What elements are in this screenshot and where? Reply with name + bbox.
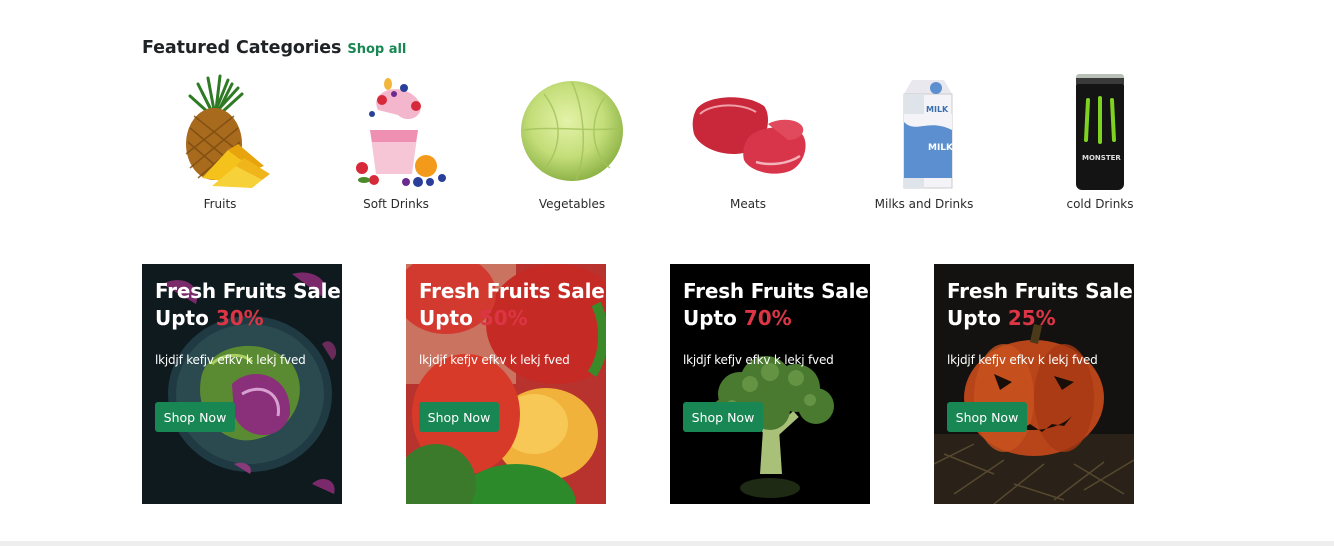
promo-description: lkjdjf kefjv efkv k lekj fved [947,353,1098,367]
page: Featured Categories Shop all Fruits Soft… [0,0,1334,546]
upto-text: Upto [683,306,744,330]
category-label: Fruits [203,197,237,211]
category-label: Meats [729,197,767,211]
promo-discount: Upto 70% [683,305,864,332]
category-label: Vegetables [538,197,606,211]
promo-description: lkjdjf kefjv efkv k lekj fved [683,353,834,367]
can-text: MONSTER [1082,154,1121,162]
category-label: cold Drinks [1066,197,1134,211]
promo-title: Fresh Fruits Sale [155,279,341,303]
discount-percent: 50% [479,306,528,330]
carton-text: MILK [926,105,949,114]
discount-percent: 30% [215,306,264,330]
promo-discount: Upto 30% [155,305,336,332]
milk-carton-icon: MILK MILK [836,70,1012,192]
section-title: Featured Categories [142,38,342,58]
section-header: Featured Categories Shop all [142,38,406,58]
category-list: Fruits Soft Drinks Vegetables Meats MILK… [132,70,1188,220]
shop-now-button[interactable]: Shop Now [419,402,499,432]
promo-card: Fresh Fruits Sale Upto 50% lkjdjf kefjv … [406,264,606,504]
promo-title: Fresh Fruits Sale [683,279,869,303]
category-item-cold-drinks[interactable]: MONSTER cold Drinks [1012,70,1188,215]
meat-icon [660,70,836,192]
shop-now-button[interactable]: Shop Now [683,402,763,432]
promo-description: lkjdjf kefjv efkv k lekj fved [419,353,570,367]
carton-text: MILK [928,143,954,153]
footer-divider [0,541,1334,546]
promo-content: Fresh Fruits Sale Upto 50% lkjdjf kefjv … [419,278,605,367]
promo-card: Fresh Fruits Sale Upto 70% lkjdjf kefjv … [670,264,870,504]
shop-all-link[interactable]: Shop all [347,42,406,57]
category-item-soft-drinks[interactable]: Soft Drinks [308,70,484,215]
discount-percent: 25% [1007,306,1056,330]
promo-title: Fresh Fruits Sale [419,279,605,303]
upto-text: Upto [155,306,216,330]
promo-discount: Upto 25% [947,305,1128,332]
promo-card: Fresh Fruits Sale Upto 25% lkjdjf kefjv … [934,264,1134,504]
category-item-vegetables[interactable]: Vegetables [484,70,660,215]
shop-now-button[interactable]: Shop Now [947,402,1027,432]
promo-content: Fresh Fruits Sale Upto 70% lkjdjf kefjv … [683,278,869,367]
smoothie-splash-icon [308,70,484,192]
category-item-milks-and-drinks[interactable]: MILK MILK Milks and Drinks [836,70,1012,215]
cabbage-icon [484,70,660,192]
category-label: Milks and Drinks [874,197,974,211]
upto-text: Upto [947,306,1008,330]
category-item-fruits[interactable]: Fruits [132,70,308,215]
energy-can-icon: MONSTER [1012,70,1188,192]
promo-content: Fresh Fruits Sale Upto 25% lkjdjf kefjv … [947,278,1133,367]
promo-title: Fresh Fruits Sale [947,279,1133,303]
shop-now-button[interactable]: Shop Now [155,402,235,432]
pineapple-icon [132,70,308,192]
promo-list: Fresh Fruits Sale Upto 30% lkjdjf kefjv … [142,264,1134,504]
promo-discount: Upto 50% [419,305,600,332]
upto-text: Upto [419,306,480,330]
category-item-meats[interactable]: Meats [660,70,836,215]
promo-card: Fresh Fruits Sale Upto 30% lkjdjf kefjv … [142,264,342,504]
category-label: Soft Drinks [363,197,429,211]
promo-description: lkjdjf kefjv efkv k lekj fved [155,353,306,367]
discount-percent: 70% [743,306,792,330]
promo-content: Fresh Fruits Sale Upto 30% lkjdjf kefjv … [155,278,341,367]
